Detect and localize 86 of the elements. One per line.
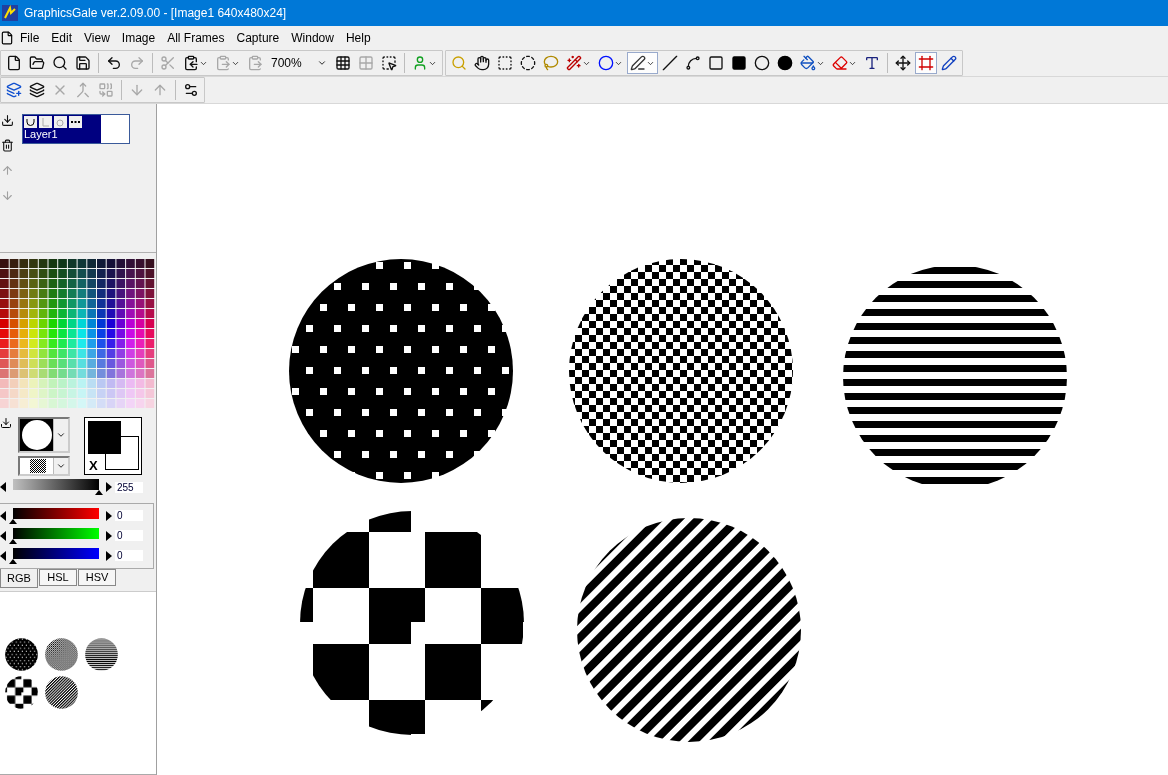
app-icon <box>2 5 18 21</box>
circle-icon <box>754 55 770 71</box>
up-arrow-icon <box>152 82 168 98</box>
hand-icon <box>474 55 490 71</box>
search-icon <box>52 55 68 71</box>
more-icon[interactable] <box>69 116 82 128</box>
dashed-square-icon <box>381 55 397 71</box>
color-swatch-panel[interactable]: X <box>84 416 142 475</box>
slider-thumb[interactable] <box>9 518 17 524</box>
right-arrow-icon[interactable] <box>106 550 112 561</box>
clipboard-icon <box>183 55 199 71</box>
download-icon[interactable] <box>0 416 12 429</box>
ellipse-icon <box>598 55 614 71</box>
value-field[interactable]: 0 <box>115 510 143 522</box>
menu-item[interactable]: Help <box>339 31 377 45</box>
page-icon <box>6 55 22 71</box>
frame-icon <box>918 55 934 71</box>
grid-icon <box>358 55 374 71</box>
merge-icon <box>98 82 114 98</box>
transform-icon <box>895 55 911 71</box>
lock-toggle-icon[interactable] <box>39 116 52 128</box>
value-field[interactable]: 0 <box>115 530 143 542</box>
left-arrow-icon[interactable] <box>0 482 6 493</box>
menu-item[interactable]: Window <box>285 31 340 45</box>
alpha-toggle-icon[interactable] <box>54 116 67 128</box>
dashed-circle-icon <box>520 55 536 71</box>
layers-icon <box>29 82 45 98</box>
merge-icon <box>75 82 91 98</box>
curve-icon <box>685 55 701 71</box>
menu-item[interactable]: All Frames <box>161 31 231 45</box>
swap-colors-button[interactable]: X <box>89 457 98 473</box>
layer-item[interactable]: Layer1 <box>22 114 130 144</box>
left-arrow-icon[interactable] <box>0 510 6 521</box>
square-icon <box>708 55 724 71</box>
properties-icon <box>183 82 199 98</box>
down-arrow-icon <box>129 82 145 98</box>
brush-shape-dropdown[interactable] <box>18 416 70 453</box>
menu-item[interactable]: File <box>14 31 46 45</box>
layer-thumbnail <box>101 115 129 143</box>
caret-icon <box>317 58 327 68</box>
redo-icon <box>129 55 145 71</box>
pattern-dropdown[interactable] <box>18 455 70 476</box>
window-title: GraphicsGale ver.2.09.00 - [Image1 640x480x24] <box>24 6 287 20</box>
figure-icon <box>412 55 428 71</box>
slider-thumb[interactable] <box>9 538 17 544</box>
eraser-icon <box>832 55 848 71</box>
filled-circle-icon <box>777 55 793 71</box>
menu-item[interactable]: View <box>78 31 116 45</box>
bucket-icon <box>800 55 816 71</box>
filled-square-icon <box>731 55 747 71</box>
value-field[interactable]: 255 <box>115 481 143 493</box>
toolbar-button[interactable] <box>627 52 658 74</box>
scissors-icon <box>160 55 176 71</box>
clipboard-icon <box>215 55 231 71</box>
undo-icon <box>106 55 122 71</box>
letter-icon <box>864 55 880 71</box>
lasso-icon <box>543 55 559 71</box>
folder-icon <box>29 55 45 71</box>
eye-toggle-icon[interactable] <box>24 116 37 128</box>
magic-wand-icon <box>566 55 582 71</box>
menu-item[interactable]: Edit <box>45 31 79 45</box>
right-arrow-icon[interactable] <box>106 510 112 521</box>
pen-icon <box>630 55 646 71</box>
clipboard-icon <box>247 55 263 71</box>
menu-item[interactable]: Image <box>115 31 162 45</box>
magnifier-icon <box>451 55 467 71</box>
color-palette-drawing[interactable] <box>0 259 156 409</box>
grid-icon <box>335 55 351 71</box>
left-arrow-icon[interactable] <box>0 550 6 561</box>
layer-name: Layer1 <box>24 128 59 141</box>
pencil-icon <box>941 55 957 71</box>
value-field[interactable]: 0 <box>115 550 143 562</box>
dashed-square-icon <box>497 55 513 71</box>
menu-item[interactable]: Capture <box>230 31 286 45</box>
page-icon[interactable] <box>0 31 14 45</box>
download-icon[interactable] <box>0 114 14 127</box>
line-icon <box>662 55 678 71</box>
layer-add-icon <box>6 82 22 98</box>
right-arrow-icon[interactable] <box>106 482 112 493</box>
image-canvas[interactable] <box>157 104 1168 775</box>
slider-thumb[interactable] <box>9 558 17 564</box>
brush-circle-icon <box>20 418 54 451</box>
trash-icon[interactable] <box>0 139 14 152</box>
right-arrow-icon[interactable] <box>106 530 112 541</box>
left-arrow-icon[interactable] <box>0 530 6 541</box>
zoom-dropdown[interactable]: 700% <box>267 53 331 73</box>
